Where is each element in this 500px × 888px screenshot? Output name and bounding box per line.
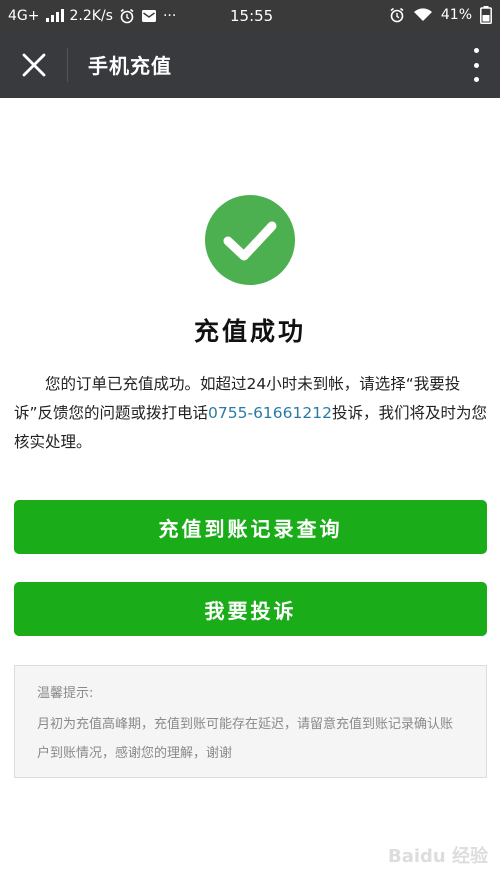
success-title: 充值成功 (193, 317, 306, 346)
tips-body: 月初为充值高峰期，充值到账可能存在延迟，请留意充值到账记录确认账户到账情况，感谢… (37, 717, 454, 761)
status-right: 41% (389, 6, 492, 24)
battery-icon (480, 6, 492, 24)
page-title: 手机充值 (88, 54, 172, 78)
signal-icon (45, 9, 64, 22)
status-left: 4G+ 2.2K/s ··· (8, 8, 176, 24)
tips-box: 温馨提示: 月初为充值高峰期，充值到账可能存在延迟，请留意充值到账记录确认账户到… (14, 665, 487, 778)
more-notifications: ··· (162, 7, 177, 24)
title-bar: 手机充值 (0, 31, 500, 98)
more-dot-icon (473, 62, 479, 68)
network-type: 4G+ (8, 7, 40, 24)
tips-title: 温馨提示: (37, 686, 94, 701)
more-dot-icon (473, 48, 479, 53)
mail-icon (141, 9, 156, 22)
more-options-button[interactable] (466, 48, 486, 82)
title-divider (67, 47, 68, 82)
network-speed: 2.2K/s (69, 7, 113, 24)
alarm-icon (390, 7, 404, 23)
close-button[interactable] (0, 31, 67, 98)
wifi-icon (413, 8, 432, 21)
result-message: 您的订单已充值成功。如超过24小时未到帐，请选择“我要投诉”反馈您的问题或拨打电… (14, 370, 488, 457)
clock: 15:55 (230, 7, 274, 25)
success-check-icon (205, 195, 295, 285)
service-phone-link[interactable]: 0755-61661212 (208, 404, 332, 422)
close-icon (22, 53, 45, 76)
watermark: Baidu 经验 (387, 846, 488, 867)
more-dot-icon (473, 77, 479, 82)
recharge-record-query-button[interactable]: 充值到账记录查询 (14, 500, 487, 554)
battery-percent: 41% (440, 7, 472, 23)
complaint-button[interactable]: 我要投诉 (14, 582, 487, 636)
alarm-icon (120, 8, 134, 23)
status-bar: 4G+ 2.2K/s ··· 15:55 41% (0, 0, 500, 31)
